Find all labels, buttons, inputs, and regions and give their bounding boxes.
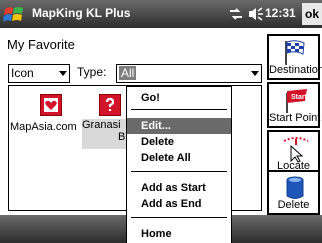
menu-separator — [131, 217, 227, 218]
menu-item-label: Delete All — [141, 152, 191, 164]
chevron-down-icon — [59, 71, 67, 76]
delete-button[interactable]: Delete — [267, 170, 320, 215]
start-sign-icon: Start — [286, 89, 308, 113]
start-point-label: Start Point — [269, 112, 321, 124]
menu-item-add-as-start[interactable]: Add as Start — [127, 180, 231, 196]
type-select[interactable]: All — [116, 64, 262, 83]
menu-item-label: Delete — [141, 136, 175, 148]
clock[interactable]: 12:31 — [265, 6, 296, 20]
connectivity-icon[interactable] — [228, 7, 244, 21]
menu-item-edit[interactable]: Edit... — [127, 118, 231, 134]
menu-item-label: Add as End — [141, 198, 202, 210]
favorite-label[interactable]: MapAsia.com — [10, 121, 77, 133]
menu-item-label: Home — [141, 228, 172, 240]
heart-icon[interactable] — [40, 94, 62, 116]
ok-button[interactable]: ok — [302, 3, 322, 25]
type-label: Type: — [77, 65, 107, 79]
menu-item-add-as-end[interactable]: Add as End — [127, 196, 231, 212]
locate-cursor-icon — [283, 137, 309, 163]
context-menu: Go! Edit... Delete Delete All Add as Sta… — [126, 86, 232, 243]
start-point-button[interactable]: Start Start Point — [267, 82, 320, 128]
trash-bin-icon — [286, 176, 304, 199]
destination-label: Destination — [269, 64, 322, 76]
checkered-flag-icon — [285, 40, 305, 65]
menu-item-delete-all[interactable]: Delete All — [127, 150, 231, 166]
menu-item-label: Edit... — [141, 120, 171, 132]
icon-view-value: Icon — [11, 66, 34, 80]
delete-label: Delete — [277, 199, 310, 211]
type-select-value: All — [119, 66, 137, 80]
icon-view-select[interactable]: Icon — [8, 64, 70, 83]
menu-separator — [131, 109, 227, 110]
menu-item-go[interactable]: Go! — [127, 90, 231, 106]
menu-item-label: Go! — [141, 92, 160, 104]
menu-separator — [131, 171, 227, 172]
destination-button[interactable]: Destination — [267, 34, 322, 80]
start-sign-text: Start — [291, 94, 308, 101]
question-icon[interactable] — [99, 94, 121, 116]
pocketpc-screen: MapKing KL Plus 12:31 ok My Favorite Ico… — [0, 0, 322, 243]
windows-start-icon[interactable] — [3, 3, 25, 25]
menu-item-home[interactable]: Home — [127, 226, 231, 242]
menu-item-delete[interactable]: Delete — [127, 134, 231, 150]
volume-icon[interactable] — [247, 6, 265, 22]
menu-item-label: Add as Start — [141, 182, 206, 194]
title-bar: MapKing KL Plus 12:31 ok — [0, 0, 322, 28]
chevron-down-icon — [251, 71, 259, 76]
page-title: My Favorite — [7, 37, 75, 52]
app-title: MapKing KL Plus — [32, 6, 131, 20]
